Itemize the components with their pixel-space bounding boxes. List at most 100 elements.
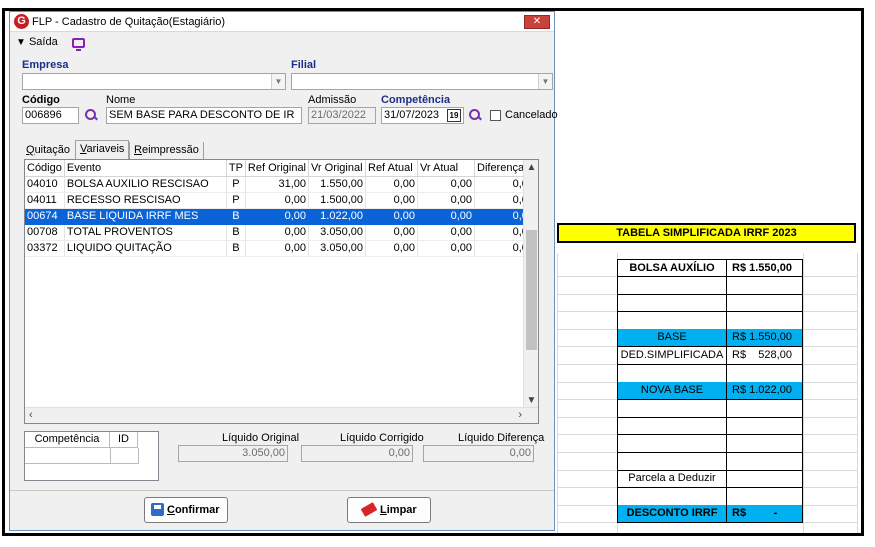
tab-variaveis[interactable]: Variaveis bbox=[75, 140, 130, 160]
sheet-label-cell[interactable]: BASE bbox=[617, 329, 727, 347]
sheet-label-cell[interactable]: DED.SIMPLIFICADA bbox=[617, 347, 727, 365]
liquido-original-label: Líquido Original bbox=[222, 432, 300, 444]
col-header-ref-original[interactable]: Ref Original bbox=[245, 160, 310, 177]
admissao-label: Admissão bbox=[308, 94, 357, 106]
col-header-tp[interactable]: TP bbox=[226, 160, 246, 177]
sheet-value-cell[interactable] bbox=[727, 400, 803, 418]
col-header-codigo[interactable]: Código bbox=[25, 160, 65, 177]
limpar-mnemonic: L bbox=[380, 504, 387, 516]
exit-arrow-icon: ▼ bbox=[16, 37, 26, 48]
sheet-label-cell[interactable] bbox=[617, 365, 727, 383]
eventos-grid[interactable]: Código Evento TP Ref Original Vr Origina… bbox=[24, 159, 539, 424]
col-header-vr-original[interactable]: Vr Original bbox=[308, 160, 366, 177]
liquido-original-field: 3.050,00 bbox=[178, 445, 288, 462]
col-header-evento[interactable]: Evento bbox=[64, 160, 227, 177]
table-row-selected[interactable]: 00674 BASE LIQUIDA IRRF MES B 0,00 1.022… bbox=[25, 208, 537, 225]
scroll-thumb[interactable] bbox=[526, 230, 537, 350]
competencia-id-grid[interactable]: Competência ID bbox=[24, 431, 159, 481]
cancelado-label: Cancelado bbox=[505, 109, 558, 121]
sheet-value-cell[interactable] bbox=[727, 435, 803, 453]
sheet-value-cell[interactable] bbox=[727, 294, 803, 312]
chevron-down-icon[interactable]: ▼ bbox=[271, 74, 285, 89]
vertical-scrollbar[interactable]: ▲ ▼ bbox=[523, 160, 538, 408]
liquido-corrigido-field: 0,00 bbox=[301, 445, 413, 462]
nome-field[interactable]: SEM BASE PARA DESCONTO DE IR bbox=[106, 107, 302, 124]
cell-evento: RECESSO RESCISAO bbox=[64, 192, 227, 209]
sheet-label-cell[interactable] bbox=[617, 400, 727, 418]
cell-evento: TOTAL PROVENTOS bbox=[64, 224, 227, 241]
sheet-value-cell[interactable]: R$ 1.022,00 bbox=[727, 382, 803, 400]
search-icon[interactable] bbox=[469, 109, 482, 122]
sheet-label-cell[interactable] bbox=[617, 312, 727, 330]
cell-ref-original: 0,00 bbox=[245, 208, 310, 225]
chevron-down-icon[interactable]: ▼ bbox=[538, 74, 552, 89]
cell-ref-atual: 0,00 bbox=[365, 240, 418, 257]
monitor-icon[interactable] bbox=[72, 38, 85, 51]
scroll-left-icon[interactable]: ‹ bbox=[29, 409, 33, 421]
confirmar-label: onfirmar bbox=[174, 504, 220, 516]
filial-combo[interactable]: ▼ bbox=[291, 73, 553, 90]
cell-codigo: 04010 bbox=[25, 176, 65, 193]
sheet-label-cell[interactable]: DESCONTO IRRF bbox=[617, 505, 727, 523]
col-header-vr-atual[interactable]: Vr Atual bbox=[417, 160, 475, 177]
saida-menu-item[interactable]: ▼ Saída bbox=[16, 36, 58, 48]
sheet-value-cell[interactable] bbox=[727, 417, 803, 435]
sheet-label-cell[interactable] bbox=[617, 453, 727, 471]
tab-reimpressao[interactable]: Reimpressão bbox=[129, 142, 204, 160]
sheet-value-cell[interactable]: R$ 528,00 bbox=[727, 347, 803, 365]
sheet-value-cell[interactable] bbox=[727, 488, 803, 506]
mini-row bbox=[25, 448, 138, 464]
sheet-value-cell[interactable] bbox=[727, 470, 803, 488]
table-row[interactable]: 04010 BOLSA AUXILIO RESCISAO P 31,00 1.5… bbox=[25, 176, 537, 193]
nome-label: Nome bbox=[106, 94, 136, 106]
sheet-label-cell[interactable]: NOVA BASE bbox=[617, 382, 727, 400]
cell-ref-atual: 0,00 bbox=[365, 192, 418, 209]
admissao-field: 21/03/2022 bbox=[308, 107, 376, 124]
sheet-value-cell[interactable]: R$ 1.550,00 bbox=[727, 259, 803, 277]
scroll-down-icon[interactable]: ▼ bbox=[524, 395, 539, 406]
table-row[interactable]: 04011 RECESSO RESCISAO P 0,00 1.500,00 0… bbox=[25, 192, 537, 209]
empresa-label: Empresa bbox=[22, 59, 69, 71]
sheet-label-cell[interactable] bbox=[617, 294, 727, 312]
sheet-label-cell[interactable]: Parcela a Deduzir bbox=[617, 470, 727, 488]
empresa-combo[interactable]: ▼ bbox=[22, 73, 286, 90]
table-row[interactable]: 03372 LIQUIDO QUITAÇÃO B 0,00 3.050,00 0… bbox=[25, 240, 537, 257]
grid-header-row: Código Evento TP Ref Original Vr Origina… bbox=[25, 160, 537, 177]
sheet-value-cell[interactable] bbox=[727, 312, 803, 330]
screenshot-frame: G FLP - Cadastro de Quitação(Estagiário)… bbox=[2, 8, 864, 536]
sheet-value-cell[interactable] bbox=[727, 277, 803, 295]
confirmar-button[interactable]: Confirmar bbox=[144, 497, 228, 523]
calendar-icon[interactable]: 19 bbox=[447, 109, 461, 122]
search-icon[interactable] bbox=[85, 109, 98, 122]
scroll-right-icon[interactable]: › bbox=[518, 409, 522, 421]
title-bar[interactable]: G FLP - Cadastro de Quitação(Estagiário)… bbox=[10, 12, 554, 32]
cell-evento: BOLSA AUXILIO RESCISAO bbox=[64, 176, 227, 193]
sheet-value-cell[interactable] bbox=[727, 453, 803, 471]
sheet-label-cell[interactable]: BOLSA AUXÍLIO bbox=[617, 259, 727, 277]
tab-quitacao[interactable]: Quitação bbox=[22, 142, 74, 160]
cell-codigo: 00708 bbox=[25, 224, 65, 241]
sheet-value-cell[interactable]: R$ - bbox=[727, 505, 803, 523]
sheet-value-cell[interactable] bbox=[727, 365, 803, 383]
col-header-ref-atual[interactable]: Ref Atual bbox=[365, 160, 418, 177]
horizontal-scrollbar[interactable]: ‹ › bbox=[25, 407, 538, 423]
cancelado-checkbox[interactable] bbox=[490, 110, 501, 121]
sheet-value-cell[interactable]: R$ 1.550,00 bbox=[727, 329, 803, 347]
cell-ref-original: 0,00 bbox=[245, 240, 310, 257]
cell-ref-original: 0,00 bbox=[245, 224, 310, 241]
table-row[interactable]: 00708 TOTAL PROVENTOS B 0,00 3.050,00 0,… bbox=[25, 224, 537, 241]
sheet-label-cell[interactable] bbox=[617, 488, 727, 506]
codigo-label: Código bbox=[22, 94, 60, 106]
sheet-title: TABELA SIMPLIFICADA IRRF 2023 bbox=[557, 223, 856, 243]
codigo-field[interactable]: 006896 bbox=[22, 107, 79, 124]
cell-evento: BASE LIQUIDA IRRF MES bbox=[64, 208, 227, 225]
liquido-diferenca-field: 0,00 bbox=[423, 445, 534, 462]
grid-line bbox=[557, 253, 558, 533]
close-button[interactable]: ✕ bbox=[524, 15, 550, 29]
sheet-label-cell[interactable] bbox=[617, 435, 727, 453]
sheet-label-cell[interactable] bbox=[617, 417, 727, 435]
scroll-up-icon[interactable]: ▲ bbox=[524, 162, 539, 173]
sheet-label-cell[interactable] bbox=[617, 277, 727, 295]
tab-reimpressao-mnemonic: R bbox=[134, 144, 142, 156]
limpar-button[interactable]: Limpar bbox=[347, 497, 431, 523]
